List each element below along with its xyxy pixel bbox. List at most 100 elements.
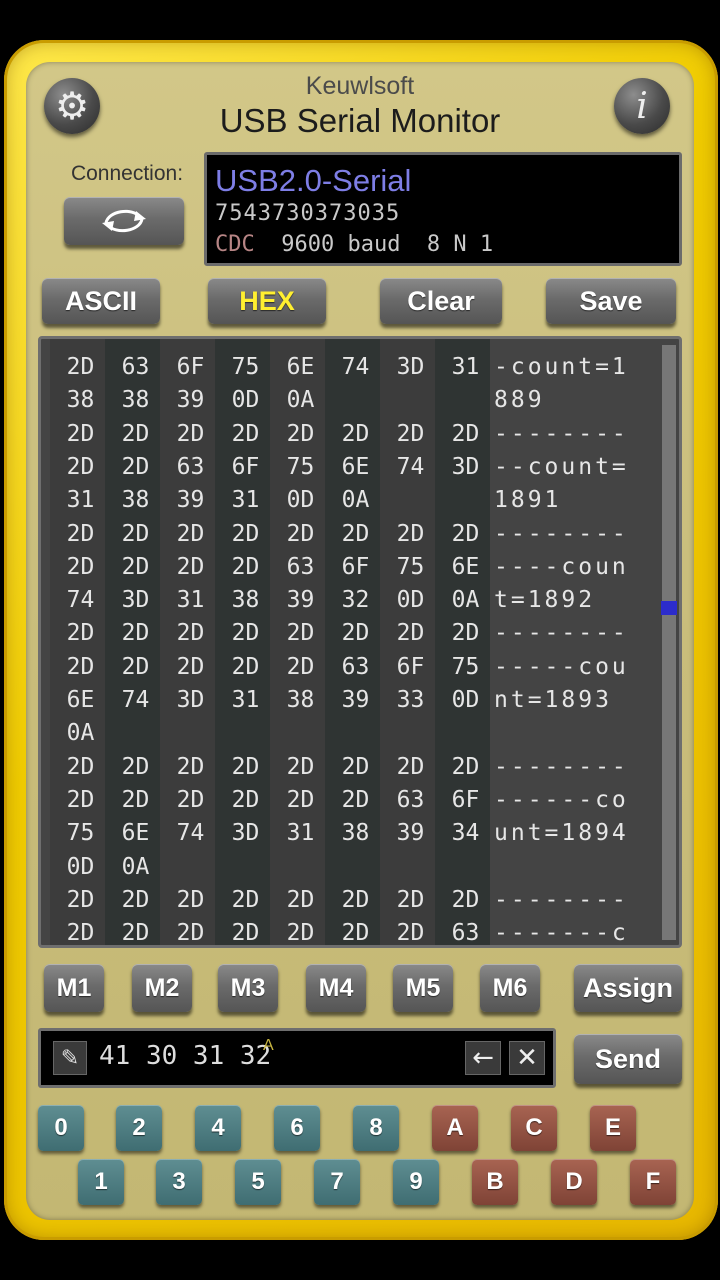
key-c[interactable]: C xyxy=(511,1105,557,1151)
hex-byte: 39 xyxy=(176,487,205,514)
clear-button[interactable]: Clear xyxy=(380,278,502,324)
ascii-text: 1891 xyxy=(494,487,562,514)
key-1[interactable]: 1 xyxy=(78,1159,124,1205)
app-title: USB Serial Monitor xyxy=(219,102,501,139)
hex-byte: 2D xyxy=(231,920,260,947)
hex-byte: 74 xyxy=(341,354,370,380)
hex-byte: 6E xyxy=(66,687,95,713)
key-3[interactable]: 3 xyxy=(156,1159,202,1205)
hex-byte: 6F xyxy=(451,786,480,813)
hex-byte: 63 xyxy=(121,354,150,380)
hex-byte: 6F xyxy=(396,653,425,680)
key-a[interactable]: A xyxy=(432,1105,478,1151)
key-4[interactable]: 4 xyxy=(195,1105,241,1151)
hex-byte: 2D xyxy=(66,553,95,580)
ascii-text: ------co xyxy=(494,786,629,813)
table-row: 2D 2D 2D 2D 63 6F 75 6E ----coun xyxy=(41,551,679,584)
hex-byte: 3D xyxy=(121,587,150,614)
key-f[interactable]: F xyxy=(630,1159,676,1205)
macro-button-5[interactable]: M5 xyxy=(393,964,453,1012)
save-button[interactable]: Save xyxy=(546,278,676,324)
hex-byte: 2D xyxy=(66,354,95,380)
ascii-text: -------c xyxy=(494,920,629,947)
ascii-text: -------- xyxy=(494,420,629,447)
pencil-icon[interactable]: ✎ xyxy=(53,1041,87,1075)
key-2[interactable]: 2 xyxy=(116,1105,162,1151)
device-baud-settings: 9600 baud 8 N 1 xyxy=(254,232,494,257)
hex-byte: 0D xyxy=(451,687,480,713)
macro-button-3[interactable]: M3 xyxy=(218,964,278,1012)
macro-button-6[interactable]: M6 xyxy=(480,964,540,1012)
key-d[interactable]: D xyxy=(551,1159,597,1205)
send-button[interactable]: Send xyxy=(574,1034,682,1084)
send-input-box[interactable]: ✎ 41 30 31 32 A ← ✕ xyxy=(38,1028,556,1088)
hex-byte: 75 xyxy=(286,453,315,480)
table-row: 2D 2D 2D 2D 2D 2D 2D 2D -------- xyxy=(41,751,679,784)
table-row: 74 3D 31 38 39 32 0D 0A t=1892 xyxy=(41,584,679,617)
hex-byte: 63 xyxy=(286,553,315,580)
table-row: 6E 74 3D 31 38 39 33 0D nt=1893 xyxy=(41,684,679,717)
hex-byte: 32 xyxy=(341,587,370,614)
hex-byte: 2D xyxy=(451,420,480,447)
key-7[interactable]: 7 xyxy=(314,1159,360,1205)
macro-button-1[interactable]: M1 xyxy=(44,964,104,1012)
ascii-text: --count= xyxy=(494,453,629,480)
hex-byte: 2D xyxy=(121,753,150,780)
hex-byte: 6E xyxy=(121,820,150,847)
table-row: 2D 2D 2D 2D 2D 2D 2D 63 -------c xyxy=(41,917,679,947)
close-icon[interactable]: ✕ xyxy=(509,1041,545,1075)
key-9[interactable]: 9 xyxy=(393,1159,439,1205)
table-row: 2D 2D 2D 2D 2D 2D 63 6F ------co xyxy=(41,784,679,817)
hex-byte: 2D xyxy=(396,753,425,780)
hex-byte: 74 xyxy=(66,587,95,614)
hex-byte: 2D xyxy=(341,786,370,813)
hex-byte: 2D xyxy=(176,886,205,913)
hex-button[interactable]: HEX xyxy=(208,278,326,324)
hex-byte: 38 xyxy=(121,387,150,414)
key-5[interactable]: 5 xyxy=(235,1159,281,1205)
key-8[interactable]: 8 xyxy=(353,1105,399,1151)
key-6[interactable]: 6 xyxy=(274,1105,320,1151)
hex-byte: 2D xyxy=(451,886,480,913)
brand-name: Keuwlsoft xyxy=(305,72,415,100)
hex-byte: 2D xyxy=(176,620,205,647)
table-row: 2D 63 6F 75 6E 74 3D 31 -count=1 xyxy=(41,351,679,384)
hex-byte: 2D xyxy=(451,753,480,780)
hex-byte: 2D xyxy=(66,786,95,813)
macro-button-4[interactable]: M4 xyxy=(306,964,366,1012)
input-mode-marker: A xyxy=(263,1037,274,1054)
hex-byte: 2D xyxy=(231,653,260,680)
key-0[interactable]: 0 xyxy=(38,1105,84,1151)
assign-button[interactable]: Assign xyxy=(574,964,682,1012)
hex-monitor-view[interactable]: 2D 63 6F 75 6E 74 3D 31 -count=1 38 38 39 0D 0A 889 2D 2… xyxy=(38,336,682,948)
hex-byte: 2D xyxy=(341,520,370,547)
table-row: 2D 2D 2D 2D 2D 63 6F 75 -----cou xyxy=(41,651,679,684)
backspace-icon[interactable]: ← xyxy=(465,1041,501,1075)
hex-byte: 31 xyxy=(176,587,205,614)
send-input-value[interactable]: 41 30 31 32 xyxy=(99,1041,271,1071)
hex-byte: 2D xyxy=(451,620,480,647)
hex-byte: 2D xyxy=(341,920,370,947)
hex-byte: 31 xyxy=(66,487,95,514)
connect-button[interactable] xyxy=(64,197,184,245)
hex-byte: 2D xyxy=(231,420,260,447)
hex-byte: 33 xyxy=(396,687,425,713)
key-b[interactable]: B xyxy=(472,1159,518,1205)
ascii-text: -------- xyxy=(494,886,629,913)
hex-byte: 3D xyxy=(451,453,480,480)
key-e[interactable]: E xyxy=(590,1105,636,1151)
hex-byte: 39 xyxy=(176,387,205,414)
ascii-button[interactable]: ASCII xyxy=(42,278,160,324)
macro-button-2[interactable]: M2 xyxy=(132,964,192,1012)
device-type: CDC xyxy=(215,232,255,257)
table-row: 38 38 39 0D 0A 889 xyxy=(41,384,679,417)
scrollbar-thumb[interactable] xyxy=(661,600,677,615)
hex-byte: 2D xyxy=(66,886,95,913)
hex-byte: 2D xyxy=(286,753,315,780)
hex-byte: 75 xyxy=(66,820,95,847)
hex-byte: 2D xyxy=(341,620,370,647)
ascii-text: -------- xyxy=(494,520,629,547)
scrollbar-track[interactable] xyxy=(662,345,676,940)
hex-byte: 63 xyxy=(341,653,370,680)
hex-byte: 0D xyxy=(231,387,260,414)
